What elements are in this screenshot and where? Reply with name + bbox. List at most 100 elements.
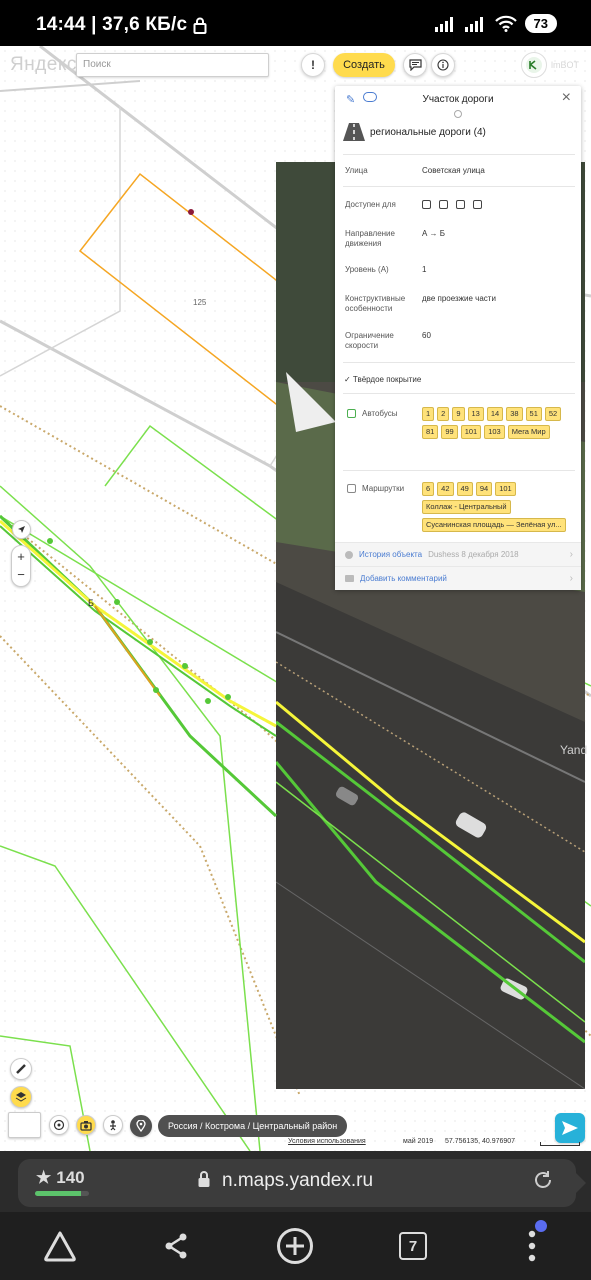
user-name[interactable]: lmBOT xyxy=(551,60,579,70)
rating[interactable]: ★ 140 xyxy=(36,1168,85,1188)
avatar[interactable] xyxy=(521,52,547,78)
comment-row[interactable]: Добавить комментарий › xyxy=(335,566,581,590)
search-input[interactable]: Поиск xyxy=(76,53,269,77)
street-label: Улица xyxy=(345,166,368,175)
info-button[interactable] xyxy=(431,53,455,77)
share-send-button[interactable] xyxy=(555,1113,585,1143)
bus-route-chip[interactable]: 14 xyxy=(486,407,504,421)
status-left: 14:44 | 37,6 КБ/с xyxy=(36,14,207,36)
minimap[interactable] xyxy=(8,1112,41,1138)
bus-route-chip[interactable]: 52 xyxy=(544,407,562,421)
bus-route-chip[interactable]: 99 xyxy=(441,425,458,439)
scale-bar xyxy=(540,1142,580,1146)
bus-route-chip[interactable]: 9 xyxy=(452,407,465,421)
map-pin-icon xyxy=(136,1120,146,1132)
comment-icon xyxy=(345,575,354,582)
menu-button[interactable] xyxy=(512,1226,552,1266)
share-icon xyxy=(165,1233,187,1259)
ruler-icon xyxy=(16,1064,26,1074)
street-link[interactable]: Советская улица xyxy=(422,166,485,176)
status-right: 73 xyxy=(434,14,557,33)
divider xyxy=(343,393,575,394)
new-tab-button[interactable] xyxy=(275,1226,315,1266)
bus-route-chip[interactable]: 2 xyxy=(437,407,450,421)
minibus-route-chip[interactable]: Коллаж - Центральный xyxy=(422,500,511,514)
imagery-date: май 2019 xyxy=(403,1138,434,1145)
layers-button[interactable] xyxy=(10,1086,32,1108)
pill-arrow xyxy=(574,1171,586,1195)
pin-icon xyxy=(454,110,462,118)
yandex-watermark: Yand xyxy=(560,743,588,757)
bus-route-chip[interactable]: 51 xyxy=(525,407,542,421)
zoom-control[interactable]: + − xyxy=(11,545,31,587)
road-type: региональные дороги (4) xyxy=(343,123,486,141)
buses-section-label: Автобусы xyxy=(347,409,398,418)
user-menu[interactable]: lmBOT xyxy=(521,52,579,78)
share-button[interactable] xyxy=(156,1226,196,1266)
bus-route-chip[interactable]: 103 xyxy=(484,425,505,439)
rating-progress-fill xyxy=(35,1191,81,1196)
tabs-button[interactable]: 7 xyxy=(393,1226,433,1266)
lock-icon xyxy=(193,17,207,34)
minibus-route-chip[interactable]: 6 xyxy=(422,482,435,496)
ruler-button[interactable] xyxy=(10,1058,32,1080)
road-type-label: региональные дороги (4) xyxy=(370,126,486,138)
minibus-label: Маршрутки xyxy=(362,484,405,493)
alert-button[interactable]: ! xyxy=(301,53,325,77)
home-button[interactable] xyxy=(40,1226,80,1266)
location-icon xyxy=(53,1119,65,1131)
bus-route-chip[interactable]: 13 xyxy=(467,407,484,421)
reload-icon[interactable] xyxy=(532,1169,554,1191)
zoom-out-button[interactable]: − xyxy=(17,566,25,584)
minibus-route-chip[interactable]: 49 xyxy=(456,482,473,496)
map-canvas[interactable]: 125 Б Yand Яндекс Поиск ! Создать lmBOT … xyxy=(0,46,591,1151)
compass-button[interactable] xyxy=(12,520,31,539)
level-label: Уровень (А) xyxy=(345,265,389,274)
minibus-route-chip[interactable]: 94 xyxy=(475,482,493,496)
close-icon[interactable]: × xyxy=(562,89,571,107)
feedback-button[interactable] xyxy=(403,53,427,77)
direction-label: Направление движения xyxy=(345,229,395,248)
notification-dot xyxy=(535,1220,547,1232)
road-icon xyxy=(343,123,365,141)
more-vertical-icon xyxy=(528,1230,536,1262)
camera-button[interactable] xyxy=(76,1115,96,1135)
location-button[interactable] xyxy=(49,1115,69,1135)
battery-indicator: 73 xyxy=(524,14,557,33)
zoom-in-button[interactable]: + xyxy=(17,548,25,566)
create-button[interactable]: Создать xyxy=(333,53,395,77)
speed-label: Ограничение скорости xyxy=(345,331,394,350)
bus-route-chip[interactable]: Мега Мир xyxy=(507,425,550,439)
rating-value: 140 xyxy=(56,1168,85,1187)
signal-icon xyxy=(434,16,453,32)
add-comment-link[interactable]: Добавить комментарий xyxy=(360,574,447,583)
truck-icon xyxy=(439,200,448,209)
bus-route-chip[interactable]: 81 xyxy=(422,425,439,439)
panorama-button[interactable] xyxy=(103,1115,123,1135)
history-row[interactable]: История объекта Dushess 8 декабря 2018 › xyxy=(335,542,581,566)
map-pin-button[interactable] xyxy=(130,1115,152,1137)
signal-icon-2 xyxy=(464,16,483,32)
bus-route-chip[interactable]: 38 xyxy=(506,407,523,421)
minibus-route-chip[interactable]: Сусанинская площадь — Зелёная ул... xyxy=(422,518,566,532)
home-icon xyxy=(44,1231,76,1262)
divider xyxy=(343,186,575,187)
history-icon xyxy=(345,550,353,559)
layers-icon xyxy=(15,1092,27,1102)
access-label: Доступен для xyxy=(345,200,396,209)
browser-nav-bar: 7 xyxy=(0,1212,591,1280)
location-breadcrumb[interactable]: Россия / Кострома / Центральный район xyxy=(158,1115,348,1137)
minibus-routes: 6 42 49 94 101 Коллаж - Центральный Суса… xyxy=(422,482,572,532)
bus-route-chip[interactable]: 1 xyxy=(422,407,435,421)
url-text[interactable]: n.maps.yandex.ru xyxy=(222,1170,373,1192)
star-icon: ★ xyxy=(36,1168,52,1187)
divider xyxy=(343,362,575,363)
yandex-logo[interactable]: Яндекс xyxy=(10,54,77,76)
hard-surface-label: ✓ Твёрдое покрытие xyxy=(344,375,422,384)
minibus-route-chip[interactable]: 101 xyxy=(495,482,516,496)
history-meta: Dushess 8 декабря 2018 xyxy=(428,550,519,559)
bus-route-chip[interactable]: 101 xyxy=(460,425,482,439)
minibus-route-chip[interactable]: 42 xyxy=(437,482,454,496)
history-link[interactable]: История объекта xyxy=(359,550,422,559)
terms-link[interactable]: Условия использования xyxy=(288,1138,366,1145)
